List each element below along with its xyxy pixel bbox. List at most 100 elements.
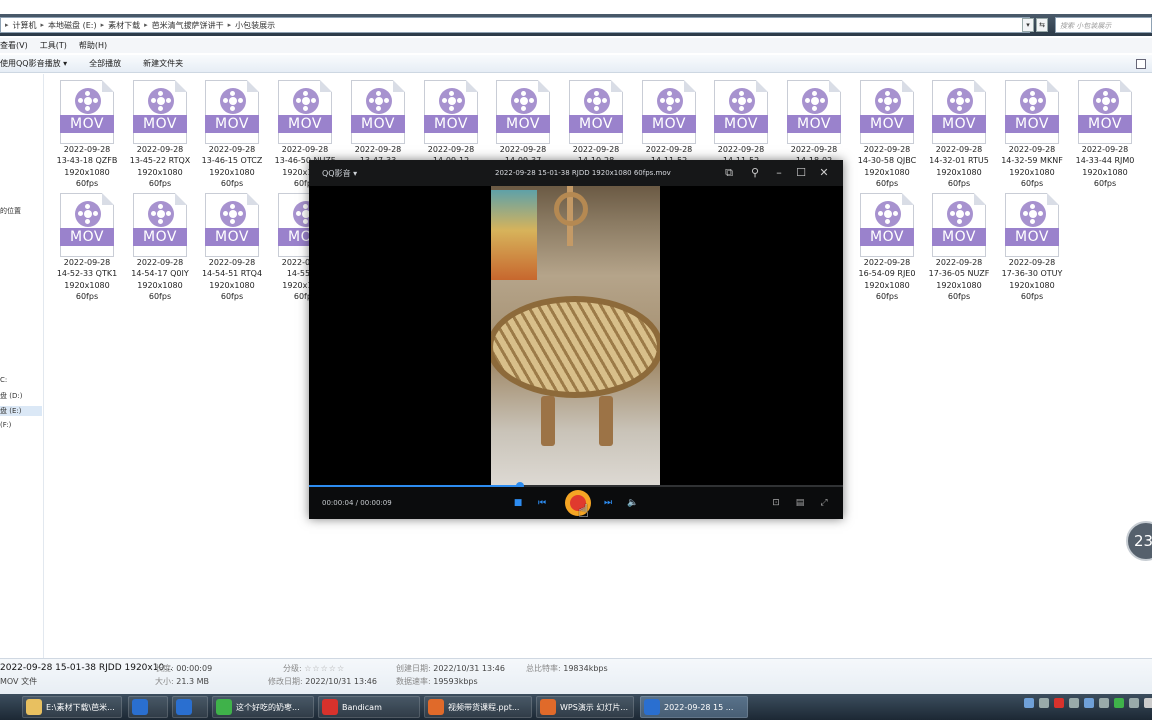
tray-icon[interactable] <box>1084 698 1094 708</box>
tray-icon[interactable] <box>1099 698 1109 708</box>
taskbar-button[interactable]: 2022-09-28 15 ... <box>640 696 748 718</box>
dropdown-icon[interactable]: ▾ <box>1022 18 1034 32</box>
menu-tools[interactable]: 工具(T) <box>40 40 67 51</box>
page-fold <box>756 80 768 92</box>
breadcrumb-item[interactable]: 小包装展示 <box>231 20 279 31</box>
page-fold <box>974 193 986 205</box>
breadcrumb-item[interactable]: 计算机 <box>9 20 41 31</box>
time-display: 00:00:04 / 00:00:09 <box>322 499 392 507</box>
file-resolution: 1920x1080 <box>209 167 255 177</box>
minimize-icon[interactable]: – <box>772 166 786 180</box>
taskbar-button[interactable]: Bandicam <box>318 696 420 718</box>
nav-item[interactable]: C: <box>0 376 7 384</box>
file-item[interactable]: MOV 2022-09-28 13-46-15 OTCZ 1920x1080 60fps <box>199 78 265 188</box>
nav-item[interactable]: (F:) <box>0 421 11 429</box>
menu-view[interactable]: 查看(V) <box>0 40 28 51</box>
stop-icon[interactable]: ■ <box>511 496 525 510</box>
volume-icon[interactable]: 🔈 <box>626 496 640 510</box>
detail-filetype: MOV 文件 <box>0 677 38 686</box>
tray-icon[interactable] <box>1054 698 1064 708</box>
player-menu-button[interactable]: QQ影音 ▾ <box>322 168 357 179</box>
app-icon <box>216 699 232 715</box>
video-ring <box>554 192 588 226</box>
preview-pane-icon[interactable] <box>1136 59 1146 69</box>
file-resolution: 1920x1080 <box>64 167 110 177</box>
close-icon[interactable]: ✕ <box>817 166 831 180</box>
nav-item-selected[interactable]: 盘 (E:) <box>0 406 42 416</box>
file-item[interactable]: MOV 2022-09-28 14-54-51 RTQ4 1920x1080 60fps <box>199 191 265 301</box>
detail-datarate: 19593kbps <box>433 677 478 686</box>
file-item[interactable]: MOV 2022-09-28 14-32-59 MKNF 1920x1080 60fps <box>999 78 1065 188</box>
file-name: 14-30-58 QJBC <box>857 156 917 166</box>
file-item[interactable]: MOV 2022-09-28 14-54-17 Q0IY 1920x1080 60fps <box>127 191 193 301</box>
next-icon[interactable]: ⏭ <box>601 496 615 510</box>
file-fps: 60fps <box>148 292 172 302</box>
refresh-icon[interactable]: ⇆ <box>1036 18 1048 32</box>
taskbar-button[interactable]: WPS演示 幻灯片... <box>536 696 634 718</box>
hand-cursor-icon: ☝ <box>578 501 589 522</box>
file-caption: 2022-09-28 14-52-33 QTK1 1920x1080 60fps <box>46 257 128 303</box>
taskbar-button[interactable]: 这个好吃的奶枣... <box>212 696 314 718</box>
page-fold <box>1047 80 1059 92</box>
playlist-icon[interactable]: ⧉ <box>722 166 736 180</box>
file-name: 13-43-18 QZFB <box>56 156 118 166</box>
video-frame[interactable] <box>491 186 660 485</box>
maximize-icon[interactable]: ☐ <box>794 166 808 180</box>
tray-icon[interactable] <box>1129 698 1139 708</box>
breadcrumb[interactable]: ▸ 计算机 ▸ 本地磁盘 (E:) ▸ 素材下载 ▸ 芭米清气拔萨饼讲干 ▸ 小… <box>0 17 1030 33</box>
file-item[interactable]: MOV 2022-09-28 14-52-33 QTK1 1920x1080 60fps <box>54 191 120 301</box>
taskbar-button[interactable]: 视频带货课程.ppt... <box>424 696 532 718</box>
breadcrumb-item[interactable]: 本地磁盘 (E:) <box>44 20 101 31</box>
film-reel-icon <box>366 88 392 114</box>
file-item[interactable]: MOV 2022-09-28 14-30-58 QJBC 1920x1080 60fps <box>854 78 920 188</box>
taskbar-button[interactable]: E:\素材下载\芭米... <box>22 696 122 718</box>
menu-help[interactable]: 帮助(H) <box>79 40 107 51</box>
play-all-button[interactable]: 全部播放 <box>89 58 121 69</box>
screenshot-icon[interactable]: ⊡ <box>769 496 783 510</box>
breadcrumb-item[interactable]: 素材下载 <box>104 20 144 31</box>
rating-stars[interactable]: ☆☆☆☆☆ <box>304 664 345 673</box>
file-date: 2022-09-28 <box>1008 145 1056 154</box>
file-item[interactable]: MOV 2022-09-28 14-33-44 RJM0 1920x1080 60fps <box>1072 78 1138 188</box>
previous-icon[interactable]: ⏮ <box>535 496 549 510</box>
page-fold <box>175 80 187 92</box>
video-basket-leg <box>599 396 613 446</box>
tray-icon[interactable] <box>1144 698 1152 708</box>
taskbar-button[interactable] <box>128 696 168 718</box>
play-with-qq-button[interactable]: 使用QQ影音播放 ▾ <box>0 58 67 69</box>
film-reel-icon <box>802 88 828 114</box>
tray-icon[interactable] <box>1024 698 1034 708</box>
tray-icon[interactable] <box>1069 698 1079 708</box>
tray-icon[interactable] <box>1039 698 1049 708</box>
file-name: 13-45-22 RTQX <box>129 156 191 166</box>
new-folder-button[interactable]: 新建文件夹 <box>143 58 183 69</box>
file-date: 2022-09-28 <box>935 258 983 267</box>
file-resolution: 1920x1080 <box>1009 280 1055 290</box>
file-date: 2022-09-28 <box>572 145 620 154</box>
nav-item[interactable]: 盘 (D:) <box>0 391 22 401</box>
taskbar-label: 2022-09-28 15 ... <box>664 702 734 712</box>
file-item[interactable]: MOV 2022-09-28 17-36-30 OTUY 1920x1080 60fps <box>999 191 1065 301</box>
navigation-pane: 的位置 C: 盘 (D:) 盘 (E:) (F:) <box>0 74 44 658</box>
file-ext-label: MOV <box>787 115 841 133</box>
film-reel-icon <box>1020 88 1046 114</box>
file-item[interactable]: MOV 2022-09-28 13-45-22 RTQX 1920x1080 60fps <box>127 78 193 188</box>
file-caption: 2022-09-28 13-45-22 RTQX 1920x1080 60fps <box>119 144 201 190</box>
pin-icon[interactable]: ⚲ <box>748 166 762 180</box>
settings-icon[interactable]: ▤ <box>793 496 807 510</box>
file-item[interactable]: MOV 2022-09-28 16-54-09 RJE0 1920x1080 60fps <box>854 191 920 301</box>
taskbar-button[interactable] <box>172 696 208 718</box>
app-icon <box>644 699 660 715</box>
file-ext-label: MOV <box>205 228 259 246</box>
file-ext-label: MOV <box>278 115 332 133</box>
file-item[interactable]: MOV 2022-09-28 14-32-01 RTU5 1920x1080 60fps <box>926 78 992 188</box>
nav-item[interactable]: 的位置 <box>0 206 21 216</box>
file-item[interactable]: MOV 2022-09-28 17-36-05 NUZF 1920x1080 60fps <box>926 191 992 301</box>
detail-rating-label: 分级: <box>283 664 302 673</box>
fullscreen-icon[interactable]: ⤢ <box>817 496 831 510</box>
film-reel-icon <box>75 88 101 114</box>
breadcrumb-item[interactable]: 芭米清气拔萨饼讲干 <box>148 20 228 31</box>
tray-icon[interactable] <box>1114 698 1124 708</box>
search-input[interactable]: 搜索 小包装展示 <box>1055 17 1152 33</box>
file-item[interactable]: MOV 2022-09-28 13-43-18 QZFB 1920x1080 60fps <box>54 78 120 188</box>
